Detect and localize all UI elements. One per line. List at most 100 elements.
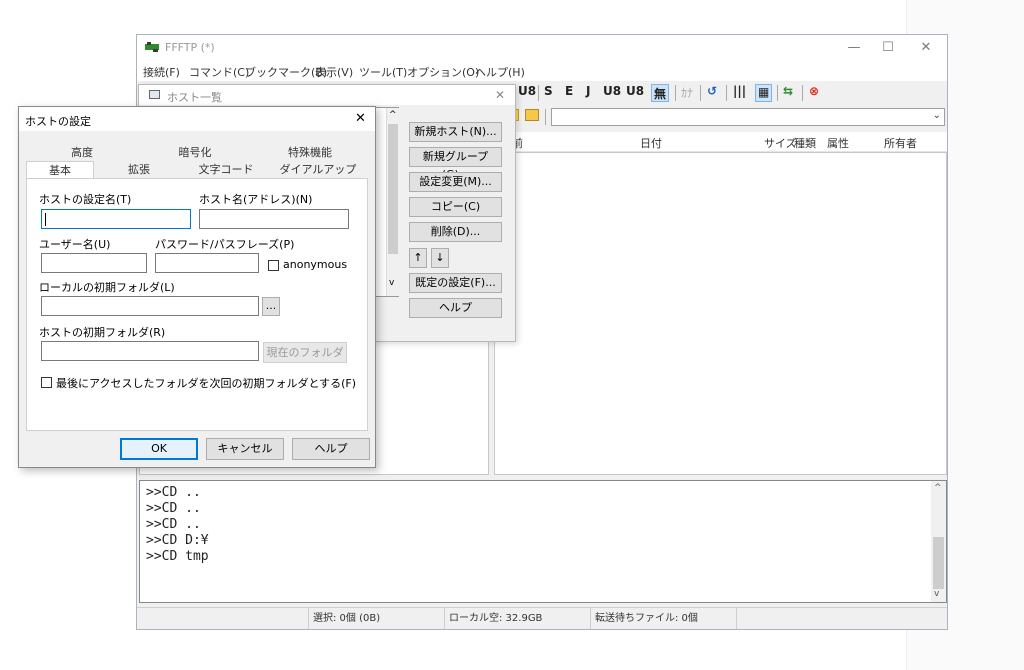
toolbar-separator	[726, 85, 727, 101]
basic-tab-panel: ホストの設定名(T) ホスト名(アドレス)(N) ユーザー名(U) パスワード/…	[26, 178, 368, 431]
scroll-down-icon[interactable]: v	[389, 278, 394, 288]
user-name-input[interactable]	[41, 253, 147, 273]
delete-button[interactable]: 削除(D)...	[409, 222, 502, 242]
remote-path-bar: ⌄	[493, 106, 947, 128]
maximize-button[interactable]: ☐	[871, 35, 905, 61]
toolbar-separator	[700, 85, 701, 101]
host-list-title-bar: ホスト一覧 ✕	[139, 85, 515, 105]
host-folder-input[interactable]	[41, 341, 259, 361]
tab-advanced[interactable]: 高度	[26, 144, 138, 161]
move-up-button[interactable]: ↑	[409, 248, 427, 268]
tab-basic[interactable]: 基本	[26, 161, 94, 179]
default-settings-button[interactable]: 既定の設定(F)...	[409, 273, 502, 293]
minimize-button[interactable]: —	[837, 35, 871, 61]
log-line: >>CD ..	[146, 517, 201, 532]
menu-view[interactable]: 表示(V)	[315, 64, 353, 80]
utf8-bom-icon[interactable]: U8	[626, 84, 644, 102]
host-name-input[interactable]	[199, 209, 349, 229]
password-input[interactable]	[155, 253, 259, 273]
tab-row-front: 基本 拡張 文字コード ダイアルアップ	[26, 161, 368, 179]
local-folder-input[interactable]	[41, 296, 259, 316]
menu-connect[interactable]: 接続(F)	[143, 64, 180, 80]
column-date[interactable]: 日付	[640, 135, 662, 151]
last-folder-checkbox[interactable]	[41, 377, 52, 388]
move-down-button[interactable]: ↓	[431, 248, 449, 268]
last-folder-label: 最後にアクセスしたフォルダを次回の初期フォルダとする(F)	[56, 377, 357, 390]
tab-row-back: 高度 暗号化 特殊機能	[26, 144, 368, 161]
current-folder-button[interactable]: 現在のフォルダ	[263, 342, 347, 363]
column-size[interactable]: サイズ	[764, 135, 797, 151]
refresh-icon[interactable]: ↺	[707, 84, 717, 102]
new-host-button[interactable]: 新規ホスト(N)...	[409, 122, 502, 142]
kana-icon[interactable]: ｶﾅ	[681, 84, 693, 102]
close-button[interactable]: ✕	[909, 35, 943, 61]
menu-bar: 接続(F) コマンド(C) ブックマーク(B) 表示(V) ツール(T) オプシ…	[137, 61, 947, 81]
dialog-title-bar: ホストの設定 ✕	[19, 107, 375, 131]
text-cursor	[45, 213, 46, 226]
sjis-icon[interactable]: S	[544, 84, 553, 102]
dialog-close-button[interactable]: ✕	[355, 111, 366, 126]
host-setting-name-input[interactable]	[41, 209, 191, 229]
euc-icon[interactable]: E	[565, 84, 573, 102]
tab-dialup[interactable]: ダイアルアップ	[268, 161, 368, 178]
toolbar-separator	[538, 85, 539, 101]
utf8n-icon[interactable]: U8	[603, 84, 621, 102]
column-owner[interactable]: 所有者	[884, 135, 917, 151]
tab-character-code[interactable]: 文字コード	[184, 161, 268, 178]
copy-button[interactable]: コピー(C)	[409, 197, 502, 217]
host-list-help-button[interactable]: ヘルプ	[409, 298, 502, 318]
status-transfer-queue: 転送待ちファイル: 0個	[591, 608, 737, 629]
utf8-icon[interactable]: U8	[518, 84, 536, 102]
open-folder-icon[interactable]	[525, 109, 539, 121]
host-list-title: ホスト一覧	[167, 91, 222, 104]
tab-special-features[interactable]: 特殊機能	[252, 144, 368, 161]
stop-icon[interactable]: ⊗	[809, 84, 819, 102]
list-view-icon[interactable]: |||	[733, 84, 746, 102]
menu-tools[interactable]: ツール(T)	[359, 64, 407, 80]
remote-path-input[interactable]: ⌄	[551, 108, 945, 126]
dialog-help-button[interactable]: ヘルプ	[292, 438, 370, 460]
toolbar-separator	[675, 85, 676, 101]
menu-command[interactable]: コマンド(C)	[189, 64, 249, 80]
status-selection: 選択: 0個 (0B)	[309, 608, 445, 629]
cancel-button[interactable]: キャンセル	[206, 438, 284, 460]
jis-icon[interactable]: J	[586, 84, 590, 102]
host-list-scrollbar[interactable]: ^ v	[386, 108, 399, 296]
host-folder-label: ホストの初期フォルダ(R)	[39, 326, 166, 339]
log-line: >>CD ..	[146, 485, 201, 500]
window-icon	[149, 90, 160, 99]
tab-encryption[interactable]: 暗号化	[138, 144, 252, 161]
anonymous-checkbox[interactable]	[268, 260, 279, 271]
scroll-thumb[interactable]	[933, 537, 944, 589]
column-type[interactable]: 種類	[794, 135, 816, 151]
scroll-up-icon[interactable]: ^	[934, 483, 942, 493]
anonymous-label: anonymous	[283, 258, 348, 271]
edit-settings-button[interactable]: 設定変更(M)...	[409, 172, 502, 192]
local-folder-label: ローカルの初期フォルダ(L)	[39, 281, 175, 294]
status-local-free: ローカル空: 32.9GB	[445, 608, 591, 629]
host-list-close-button[interactable]: ✕	[495, 88, 505, 102]
remote-file-list[interactable]	[494, 152, 947, 475]
ok-button[interactable]: OK	[120, 438, 198, 460]
window-title: FFFTP (*)	[165, 41, 215, 54]
scroll-down-icon[interactable]: v	[934, 589, 939, 599]
ffftp-app-icon	[145, 42, 159, 52]
host-name-label: ホスト名(アドレス)(N)	[199, 193, 313, 206]
menu-help[interactable]: ヘルプ(H)	[475, 64, 525, 80]
no-conversion-icon[interactable]: 無	[651, 84, 670, 102]
menu-options[interactable]: オプション(O)	[407, 64, 479, 80]
column-attributes[interactable]: 属性	[827, 135, 849, 151]
tab-extended[interactable]: 拡張	[94, 161, 184, 178]
sync-icon[interactable]: ⇆	[783, 84, 793, 102]
new-group-button[interactable]: 新規グループ(G)...	[409, 147, 502, 181]
scroll-thumb[interactable]	[388, 124, 398, 254]
user-name-label: ユーザー名(U)	[39, 238, 111, 251]
log-pane[interactable]: >>CD .. >>CD .. >>CD .. >>CD D:¥ >>CD tm…	[139, 480, 947, 603]
scroll-up-icon[interactable]: ^	[389, 110, 397, 120]
log-line: >>CD tmp	[146, 549, 209, 564]
remote-file-header: 前 日付 サイズ 種類 属性 所有者	[494, 132, 947, 152]
chevron-down-icon[interactable]: ⌄	[933, 110, 941, 121]
detail-view-icon[interactable]: ▦	[755, 84, 773, 102]
browse-local-folder-button[interactable]: ...	[262, 297, 280, 316]
log-scrollbar[interactable]: ^ v	[931, 481, 946, 602]
